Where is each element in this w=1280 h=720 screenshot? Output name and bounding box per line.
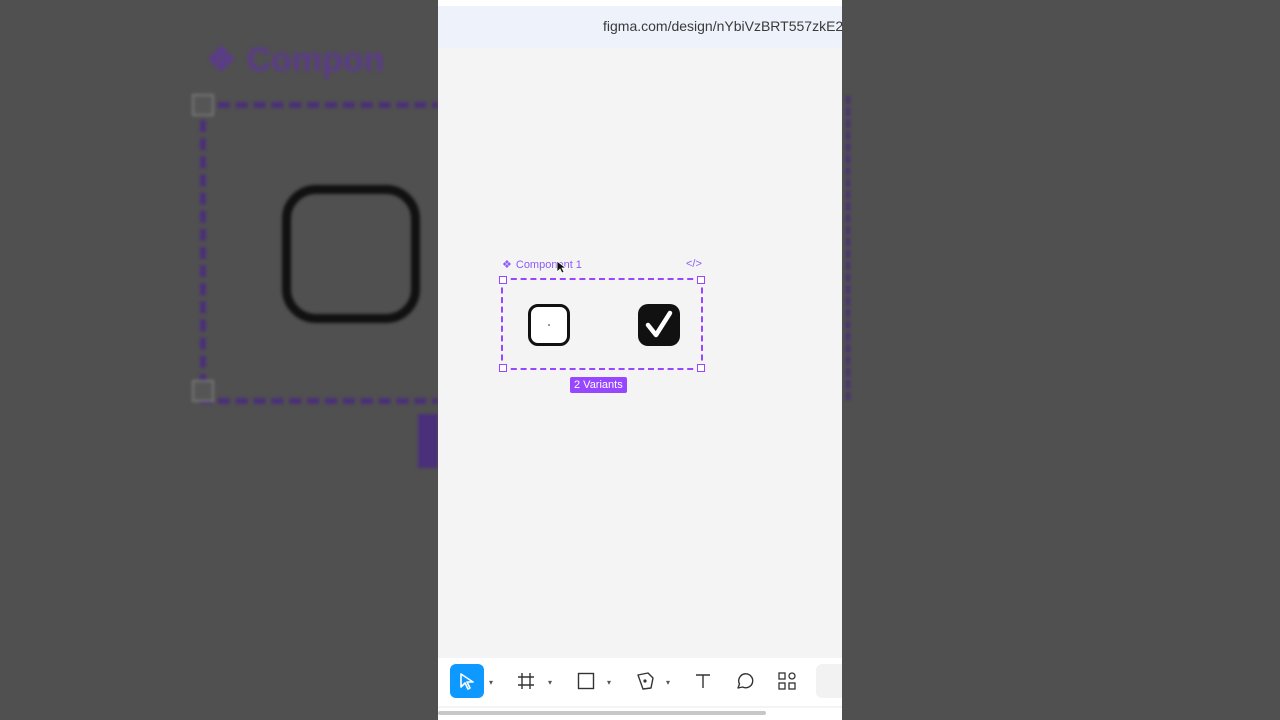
move-tool-button[interactable] — [450, 664, 484, 698]
component-icon: ❖ — [502, 259, 512, 271]
resize-handle-bottom-left[interactable] — [499, 364, 507, 372]
text-tool-button[interactable] — [691, 664, 715, 698]
chevron-down-icon[interactable]: ▾ — [489, 678, 493, 687]
backdrop-title-text: Compon — [246, 41, 385, 79]
backdrop-handle — [192, 94, 214, 116]
resize-handle-top-left[interactable] — [499, 276, 507, 284]
horizontal-scrollbar[interactable] — [438, 708, 842, 720]
component-set-frame[interactable] — [499, 276, 705, 372]
figma-screen: figma.com/design/nYbiVzBRT557zkE2 ❖ Comp… — [438, 0, 842, 720]
component-icon: ❖ — [206, 41, 237, 79]
rectangle-icon — [577, 672, 595, 690]
scrollbar-thumb[interactable] — [438, 711, 766, 715]
checkmark-icon — [645, 310, 673, 338]
component-name[interactable]: Component 1 — [516, 259, 582, 271]
backdrop-left: ❖ Compon — [0, 0, 438, 720]
backdrop-frame-edge — [842, 96, 850, 400]
bottom-toolbar: ▾ ▾ ▾ ▾ — [438, 658, 842, 706]
cursor-arrow-icon — [460, 673, 474, 690]
url-text[interactable]: figma.com/design/nYbiVzBRT557zkE2 — [603, 18, 842, 34]
text-icon — [696, 674, 710, 688]
backdrop-handle — [192, 380, 214, 402]
mouse-cursor-icon — [556, 260, 568, 274]
backdrop-title: ❖ Compon — [206, 40, 384, 80]
backdrop-checkbox — [282, 185, 420, 323]
design-canvas[interactable]: ❖ Component 1 </> 2 Variants — [438, 48, 842, 658]
resize-handle-top-right[interactable] — [697, 276, 705, 284]
comment-icon — [737, 673, 754, 689]
chevron-down-icon[interactable]: ▾ — [607, 678, 611, 687]
resize-handle-bottom-right[interactable] — [697, 364, 705, 372]
resources-tool-button[interactable] — [775, 664, 799, 698]
comment-tool-button[interactable] — [733, 664, 757, 698]
browser-url-bar[interactable]: figma.com/design/nYbiVzBRT557zkE2 — [438, 0, 842, 48]
chevron-down-icon[interactable]: ▾ — [666, 678, 670, 687]
checkbox-variant-unchecked[interactable] — [528, 304, 570, 346]
shape-tool-button[interactable] — [574, 664, 598, 698]
overflow-tool-button[interactable] — [816, 664, 842, 698]
hash-frame-icon — [518, 673, 534, 689]
variants-badge[interactable]: 2 Variants — [570, 377, 627, 393]
code-icon[interactable]: </> — [686, 258, 702, 270]
chevron-down-icon[interactable]: ▾ — [548, 678, 552, 687]
pen-tool-button[interactable] — [633, 664, 657, 698]
component-label[interactable]: ❖ Component 1 — [502, 258, 582, 272]
checkbox-variant-checked[interactable] — [638, 304, 680, 346]
frame-tool-button[interactable] — [514, 664, 538, 698]
resources-icon — [778, 672, 796, 690]
center-dot — [548, 324, 550, 326]
backdrop-badge — [418, 414, 438, 468]
backdrop-right — [842, 0, 1280, 720]
pen-icon — [637, 672, 654, 690]
